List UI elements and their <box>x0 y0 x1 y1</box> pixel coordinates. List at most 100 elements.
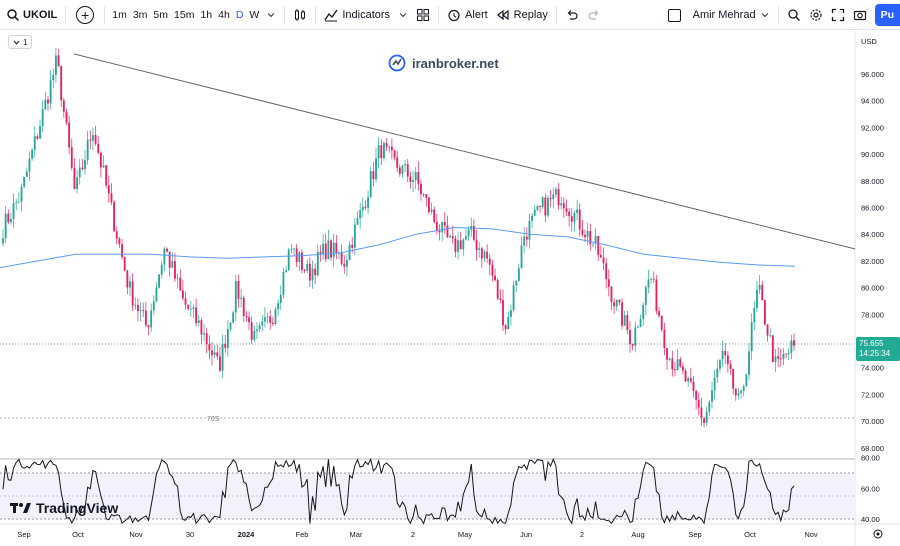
currency-label[interactable]: USD <box>861 37 877 46</box>
replay-button[interactable]: Replay <box>492 3 552 27</box>
candle-body <box>475 239 478 250</box>
indicators-button[interactable]: Indicators <box>320 3 394 27</box>
legend-chip[interactable]: 1 <box>8 35 33 49</box>
chart-area[interactable]: USD 96.000 94.000 92.000 90.000 88.000 86.000… <box>0 31 900 546</box>
candle-body <box>533 209 536 216</box>
toolbar-right: Amir Mehrad Pu <box>667 3 900 27</box>
oscillator-axis[interactable]: 80.00 60.00 40.00 <box>861 454 880 524</box>
interval-dropdown[interactable] <box>262 3 280 27</box>
candle-body <box>631 344 634 346</box>
interval-15m[interactable]: 15m <box>171 3 197 27</box>
candle-body <box>491 264 494 276</box>
settings-button[interactable] <box>805 3 827 27</box>
candle-body <box>282 271 285 295</box>
candle-body <box>221 343 224 371</box>
symbol-search[interactable]: UKOIL <box>0 3 61 27</box>
snapshot-button[interactable] <box>849 3 871 27</box>
time-tick-label: Feb <box>296 530 309 539</box>
candle-body <box>261 321 264 326</box>
layout-select-icon[interactable] <box>667 8 681 22</box>
divider <box>315 5 317 24</box>
quick-search-button[interactable] <box>783 3 805 27</box>
candle-body <box>158 274 161 288</box>
candle-body <box>52 74 55 81</box>
candle-body <box>131 281 134 306</box>
alert-button[interactable]: Alert <box>443 3 492 27</box>
interval-4h[interactable]: 4h <box>215 3 233 27</box>
candle-body <box>81 167 84 170</box>
candle-body <box>200 320 203 335</box>
user-menu[interactable]: Amir Mehrad <box>689 3 774 27</box>
candle-body <box>726 355 729 365</box>
candle-body <box>446 225 449 238</box>
interval-1m[interactable]: 1m <box>109 3 130 27</box>
tradingview-logo[interactable]: TradingView <box>10 500 118 516</box>
redo-button[interactable] <box>583 3 605 27</box>
candle-body <box>356 218 359 225</box>
indicators-icon <box>324 9 338 21</box>
candle-body <box>250 322 253 340</box>
candle-body <box>203 333 205 335</box>
axis-settings-icon[interactable] <box>873 529 883 539</box>
templates-button[interactable] <box>412 3 434 27</box>
price-tick-label: 88.000 <box>861 177 884 186</box>
candle-body <box>523 236 526 246</box>
price-chart[interactable]: USD 96.000 94.000 92.000 90.000 88.000 86.000… <box>0 31 900 546</box>
candle-body <box>544 197 547 216</box>
alarm-clock-icon <box>448 9 460 21</box>
interval-1h[interactable]: 1h <box>197 3 215 27</box>
time-axis[interactable]: Sep Oct Nov 30 2024 Feb Mar 2 May Jun 2 Aug Sep Oct No… <box>17 530 818 539</box>
interval-d[interactable]: D <box>233 3 247 27</box>
candle-body <box>689 378 692 382</box>
candle-body <box>248 317 250 323</box>
interval-5m[interactable]: 5m <box>150 3 171 27</box>
chart-type-button[interactable] <box>289 3 311 27</box>
undo-button[interactable] <box>561 3 583 27</box>
candle-body <box>642 305 645 319</box>
legend-chip-count: 1 <box>23 37 28 47</box>
candle-body <box>787 352 790 355</box>
candle-body <box>364 206 367 208</box>
candle-body <box>152 301 155 311</box>
price-tick-label: 68.000 <box>861 444 884 453</box>
fullscreen-button[interactable] <box>827 3 849 27</box>
candle-body <box>721 350 724 360</box>
candle-body <box>372 171 375 180</box>
candle-body <box>330 240 332 258</box>
candle-body <box>711 390 713 402</box>
candle-body <box>385 143 388 147</box>
candle-body <box>102 165 105 168</box>
chevron-down-icon <box>399 12 407 17</box>
time-tick-label: Sep <box>688 530 701 539</box>
divider <box>438 5 440 24</box>
candle-body <box>271 322 274 325</box>
interval-w[interactable]: W <box>246 3 262 27</box>
candle-body <box>208 344 211 351</box>
price-tick-label: 92.000 <box>861 123 884 132</box>
candle-body <box>205 333 208 345</box>
price-tick-label: 70.000 <box>861 417 884 426</box>
candle-body <box>301 252 303 270</box>
candle-body <box>293 248 295 250</box>
indicators-dropdown[interactable] <box>394 3 412 27</box>
candle-body <box>256 329 258 331</box>
candle-body <box>229 322 232 329</box>
compare-add-button[interactable]: + <box>76 5 95 24</box>
trendline[interactable] <box>73 53 856 250</box>
candle-body <box>504 325 507 330</box>
candle-body <box>393 150 396 158</box>
interval-3m[interactable]: 3m <box>130 3 151 27</box>
broker-logo-icon <box>388 54 406 72</box>
candle-body <box>578 209 581 230</box>
candle-body <box>660 315 663 330</box>
candle-body <box>507 316 510 330</box>
candle-body <box>668 358 671 360</box>
candle-body <box>28 158 31 172</box>
publish-button[interactable]: Pu <box>874 4 900 26</box>
chevron-down-icon <box>761 13 768 18</box>
candle-body <box>483 251 486 259</box>
price-axis[interactable]: 96.000 94.000 92.000 90.000 88.000 86.000 84.0… <box>861 70 884 453</box>
candle-body <box>258 325 261 330</box>
candle-body <box>404 164 407 166</box>
candle-body <box>322 243 325 254</box>
